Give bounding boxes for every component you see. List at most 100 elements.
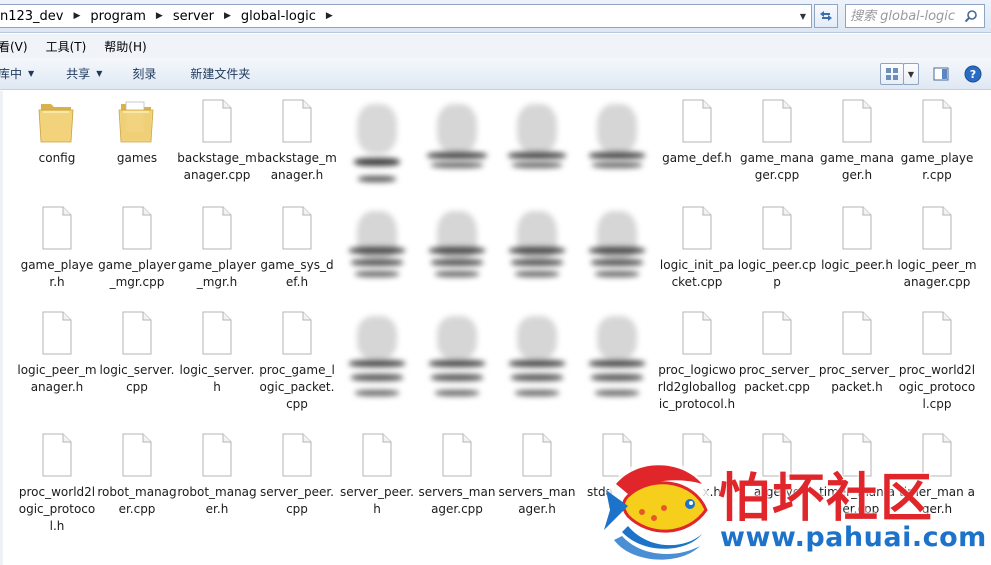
command-label: 库中 — [0, 67, 23, 81]
file-logic-peer-h[interactable]: logic_peer.h — [817, 205, 897, 274]
file-logic-init-packet-cpp[interactable]: logic_init_packet.cpp — [657, 205, 737, 291]
file-name: proc_world2logic_protocol.cpp — [898, 363, 976, 411]
file-name: servers_manager.h — [498, 485, 576, 516]
file-icon — [122, 433, 152, 477]
file-name: game_def.h — [662, 151, 732, 165]
preview-pane-icon — [933, 67, 949, 81]
file-backstage-manager-cpp[interactable]: backstage_manager.cpp — [177, 98, 257, 184]
chevron-right-icon[interactable]: ▶ — [220, 11, 235, 21]
change-view-button[interactable] — [880, 63, 904, 85]
address-bar[interactable]: n123_dev ▶ program ▶ server ▶ global-log… — [0, 4, 812, 28]
file-name: logic_init_packet.cpp — [659, 258, 735, 289]
file-proc-server-packet-h[interactable]: proc_server_packet.h — [817, 310, 897, 396]
file-logic-peer-manager-h[interactable]: logic_peer_manager.h — [17, 310, 97, 396]
watermark-url: www.pahuai.com — [720, 522, 987, 553]
redacted-file — [577, 100, 657, 200]
search-input[interactable] — [846, 8, 962, 24]
file-backstage-manager-h[interactable]: backstage_manager.h — [257, 98, 337, 184]
file-game-player-mgr-h[interactable]: game_player_mgr.h — [177, 205, 257, 291]
chevron-right-icon[interactable]: ▶ — [322, 11, 337, 21]
view-options-dropdown[interactable]: ▼ — [903, 63, 919, 85]
chevron-right-icon[interactable]: ▶ — [70, 11, 85, 21]
breadcrumb-n123-dev[interactable]: n123_dev ▶ — [0, 9, 84, 24]
share-button[interactable]: 共享 ▼ — [56, 62, 112, 86]
file-game-manager-cpp[interactable]: game_manager.cpp — [737, 98, 817, 184]
file-icon — [762, 206, 792, 250]
file-name: logic_server.cpp — [99, 363, 175, 394]
folder-games[interactable]: games — [97, 98, 177, 167]
breadcrumb-server[interactable]: server ▶ — [167, 9, 235, 24]
refresh-button[interactable] — [814, 4, 838, 28]
redacted-file — [577, 312, 657, 412]
file-icon — [282, 311, 312, 355]
breadcrumb-label: global-logic — [240, 8, 316, 24]
command-label: 刻录 — [132, 67, 157, 81]
file-name: server_peer.h — [339, 485, 414, 516]
file-robot-manager-h[interactable]: robot_manager.h — [177, 432, 257, 518]
file-icon — [42, 433, 72, 477]
file-logic-peer-manager-cpp[interactable]: logic_peer_manager.cpp — [897, 205, 977, 291]
fish-logo-icon — [604, 460, 712, 560]
file-icon — [762, 311, 792, 355]
file-icon — [842, 311, 872, 355]
file-servers-manager-h[interactable]: servers_manager.h — [497, 432, 577, 518]
file-icon — [282, 206, 312, 250]
file-game-player-cpp[interactable]: game_player.cpp — [897, 98, 977, 184]
file-icon — [202, 99, 232, 143]
file-game-player-h[interactable]: game_player.h — [17, 205, 97, 291]
file-proc-game-logic-packet-cpp[interactable]: proc_game_logic_packet.cpp — [257, 310, 337, 413]
file-icon — [202, 311, 232, 355]
file-name: proc_server_packet.h — [818, 363, 896, 394]
file-logic-server-cpp[interactable]: logic_server.cpp — [97, 310, 177, 396]
file-game-player-mgr-cpp[interactable]: game_player_mgr.cpp — [97, 205, 177, 291]
file-icon — [522, 433, 552, 477]
file-servers-manager-cpp[interactable]: servers_manager.cpp — [417, 432, 497, 518]
chevron-right-icon[interactable]: ▶ — [152, 11, 167, 21]
view-icons-icon — [886, 68, 898, 80]
new-folder-button[interactable]: 新建文件夹 — [180, 62, 260, 86]
address-dropdown-icon[interactable]: ▼ — [795, 5, 811, 27]
breadcrumb-label: server — [172, 8, 214, 24]
menu-help[interactable]: 帮助(H) — [104, 38, 156, 55]
file-icon — [42, 311, 72, 355]
chevron-down-icon: ▼ — [28, 69, 35, 78]
file-robot-manager-cpp[interactable]: robot_manager.cpp — [97, 432, 177, 518]
file-game-manager-h[interactable]: game_manager.h — [817, 98, 897, 184]
folder-config[interactable]: config — [17, 98, 97, 167]
file-server-peer-h[interactable]: server_peer.h — [337, 432, 417, 518]
file-name: backstage_manager.cpp — [177, 151, 257, 182]
file-icon — [922, 311, 952, 355]
file-name: config — [38, 151, 76, 165]
command-label: 共享 — [66, 67, 91, 81]
file-proc-server-packet-cpp[interactable]: proc_server_packet.cpp — [737, 310, 817, 396]
file-name: logic_peer_manager.h — [17, 363, 97, 394]
file-server-peer-cpp[interactable]: server_peer.cpp — [257, 432, 337, 518]
address-bar-row: n123_dev ▶ program ▶ server ▶ global-log… — [0, 0, 991, 33]
file-logic-server-h[interactable]: logic_server.h — [177, 310, 257, 396]
file-name: server_peer.cpp — [259, 485, 334, 516]
menu-view[interactable]: 看(V) — [0, 38, 38, 55]
file-proc-world2logic-protocol-h[interactable]: proc_world2logic_protocol.h — [17, 432, 97, 535]
file-name: logic_server.h — [179, 363, 255, 394]
redacted-file — [577, 207, 657, 307]
burn-button[interactable]: 刻录 — [122, 62, 166, 86]
search-box[interactable] — [845, 4, 985, 28]
redacted-file — [497, 100, 577, 200]
file-logic-peer-cpp[interactable]: logic_peer.cpp — [737, 205, 817, 291]
file-icon — [682, 206, 712, 250]
menu-tools[interactable]: 工具(T) — [46, 38, 97, 55]
search-icon[interactable] — [962, 9, 980, 23]
include-in-library-button[interactable]: 库中 ▼ — [0, 62, 44, 86]
file-proc-logicworld2globallogic-protocol-h[interactable]: proc_logicworld2globallogic_protocol.h — [657, 310, 737, 413]
folder-icon — [118, 101, 154, 143]
file-proc-world2logic-protocol-cpp[interactable]: proc_world2logic_protocol.cpp — [897, 310, 977, 413]
file-game-sys-def-h[interactable]: game_sys_def.h — [257, 205, 337, 291]
file-game-def-h[interactable]: game_def.h — [657, 98, 737, 167]
breadcrumb-label: n123_dev — [0, 8, 64, 24]
help-button[interactable]: ? — [961, 63, 985, 85]
breadcrumb-global-logic[interactable]: global-logic ▶ — [235, 9, 337, 24]
preview-pane-button[interactable] — [929, 63, 953, 85]
breadcrumb-program[interactable]: program ▶ — [84, 9, 166, 24]
redacted-file — [497, 312, 577, 412]
file-name: backstage_manager.h — [257, 151, 337, 182]
